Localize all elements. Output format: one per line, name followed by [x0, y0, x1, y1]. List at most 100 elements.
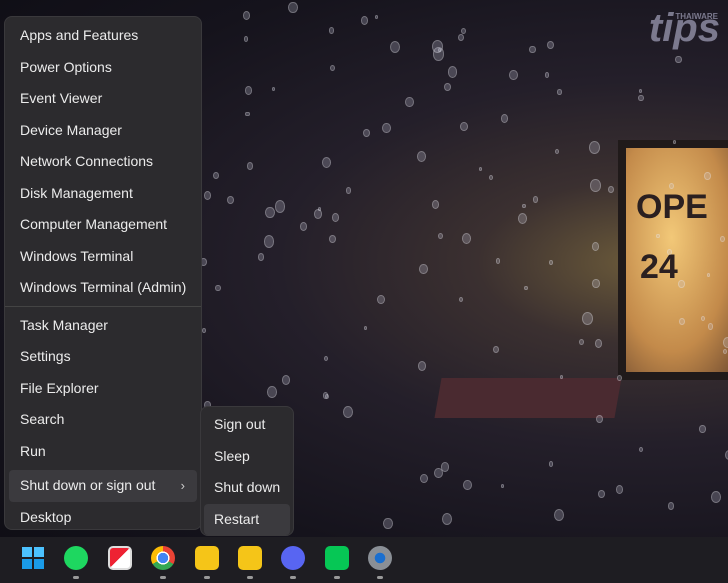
raindrop	[419, 263, 429, 275]
start-button[interactable]	[21, 546, 45, 570]
running-indicator	[377, 576, 383, 579]
raindrop	[405, 97, 414, 108]
menu-network-connections[interactable]: Network Connections	[9, 146, 197, 178]
menu-task-manager[interactable]: Task Manager	[9, 310, 197, 342]
raindrop	[615, 484, 624, 494]
menu-disk-management[interactable]: Disk Management	[9, 178, 197, 210]
chrome-icon[interactable]	[151, 546, 175, 570]
menu-device-manager[interactable]: Device Manager	[9, 115, 197, 147]
raindrop	[669, 182, 674, 189]
raindrop	[501, 484, 505, 488]
raindrop	[638, 446, 643, 452]
raindrop	[578, 338, 584, 345]
raindrop	[509, 69, 518, 81]
menu-event-viewer[interactable]: Event Viewer	[9, 83, 197, 115]
menu-desktop[interactable]: Desktop	[9, 502, 197, 534]
running-indicator	[160, 576, 166, 579]
menu-label: Shut down or sign out	[20, 477, 156, 493]
raindrop	[522, 203, 526, 209]
raindrop	[548, 460, 554, 467]
chevron-right-icon: ›	[180, 478, 185, 493]
menu-windows-terminal[interactable]: Windows Terminal	[9, 241, 197, 273]
raindrop	[701, 315, 706, 321]
raindrop	[544, 72, 550, 78]
raindrop	[461, 232, 472, 245]
raindrop	[324, 356, 329, 362]
submenu-sign-out[interactable]: Sign out	[204, 409, 290, 441]
raindrop	[215, 284, 221, 291]
background-table	[434, 378, 622, 418]
raindrop	[288, 1, 298, 14]
raindrop	[711, 491, 722, 504]
raindrop	[201, 328, 206, 333]
raindrop	[548, 260, 553, 265]
raindrop	[557, 89, 562, 95]
spotify-icon[interactable]	[64, 546, 88, 570]
raindrop	[598, 490, 605, 498]
flashget-icon[interactable]	[108, 546, 132, 570]
raindrop	[493, 345, 500, 354]
submenu-sleep[interactable]: Sleep	[204, 441, 290, 473]
taskbar	[0, 537, 728, 583]
raindrop	[722, 336, 728, 349]
running-indicator	[334, 576, 340, 579]
submenu-shut-down[interactable]: Shut down	[204, 472, 290, 504]
raindrop	[377, 294, 385, 304]
raindrop	[432, 199, 440, 209]
raindrop	[478, 166, 482, 171]
submenu-restart[interactable]: Restart	[204, 503, 290, 535]
raindrop	[442, 512, 453, 525]
raindrop	[416, 150, 427, 162]
raindrop	[488, 175, 494, 181]
ldplayer-icon[interactable]	[238, 546, 262, 570]
menu-computer-management[interactable]: Computer Management	[9, 209, 197, 241]
menu-power-options[interactable]: Power Options	[9, 52, 197, 84]
raindrop	[382, 122, 392, 134]
raindrop	[707, 322, 714, 330]
menu-windows-terminal-admin[interactable]: Windows Terminal (Admin)	[9, 272, 197, 304]
raindrop	[559, 374, 563, 379]
menu-apps-features[interactable]: Apps and Features	[9, 20, 197, 52]
windows-icon	[22, 547, 44, 569]
raindrop	[363, 326, 368, 331]
sign-text: OPE	[636, 188, 708, 226]
sign-text: 24	[640, 248, 678, 286]
raindrop	[281, 374, 291, 386]
raindrop	[547, 40, 555, 49]
ldplayer-icon[interactable]	[195, 546, 219, 570]
raindrop	[444, 82, 452, 92]
raindrop	[704, 172, 711, 180]
raindrop	[608, 186, 614, 194]
settings-gear-icon[interactable]	[368, 546, 392, 570]
menu-run[interactable]: Run	[9, 436, 197, 468]
raindrop	[328, 27, 335, 34]
raindrop	[417, 360, 426, 371]
raindrop	[589, 141, 600, 155]
raindrop	[617, 375, 623, 382]
raindrop	[243, 11, 251, 20]
raindrop	[594, 339, 603, 349]
raindrop	[591, 241, 599, 251]
thaiware-tips-watermark: tips THAIWARE	[649, 6, 720, 51]
discord-icon[interactable]	[281, 546, 305, 570]
raindrop	[554, 509, 565, 522]
line-icon[interactable]	[325, 546, 349, 570]
raindrop	[274, 200, 286, 213]
raindrop	[518, 212, 528, 224]
raindrop	[590, 179, 601, 192]
raindrop	[321, 156, 331, 169]
raindrop	[463, 480, 472, 491]
raindrop	[317, 206, 322, 211]
menu-shut-down-or-sign-out[interactable]: Shut down or sign out ›	[9, 470, 197, 502]
running-indicator	[73, 576, 79, 579]
raindrop	[500, 114, 509, 124]
menu-search[interactable]: Search	[9, 404, 197, 436]
raindrop	[459, 121, 468, 132]
raindrop	[360, 15, 369, 25]
raindrop	[389, 40, 400, 53]
menu-file-explorer[interactable]: File Explorer	[9, 373, 197, 405]
watermark-sub: THAIWARE	[675, 12, 718, 21]
raindrop	[363, 128, 371, 138]
raindrop	[243, 36, 249, 42]
menu-settings[interactable]: Settings	[9, 341, 197, 373]
